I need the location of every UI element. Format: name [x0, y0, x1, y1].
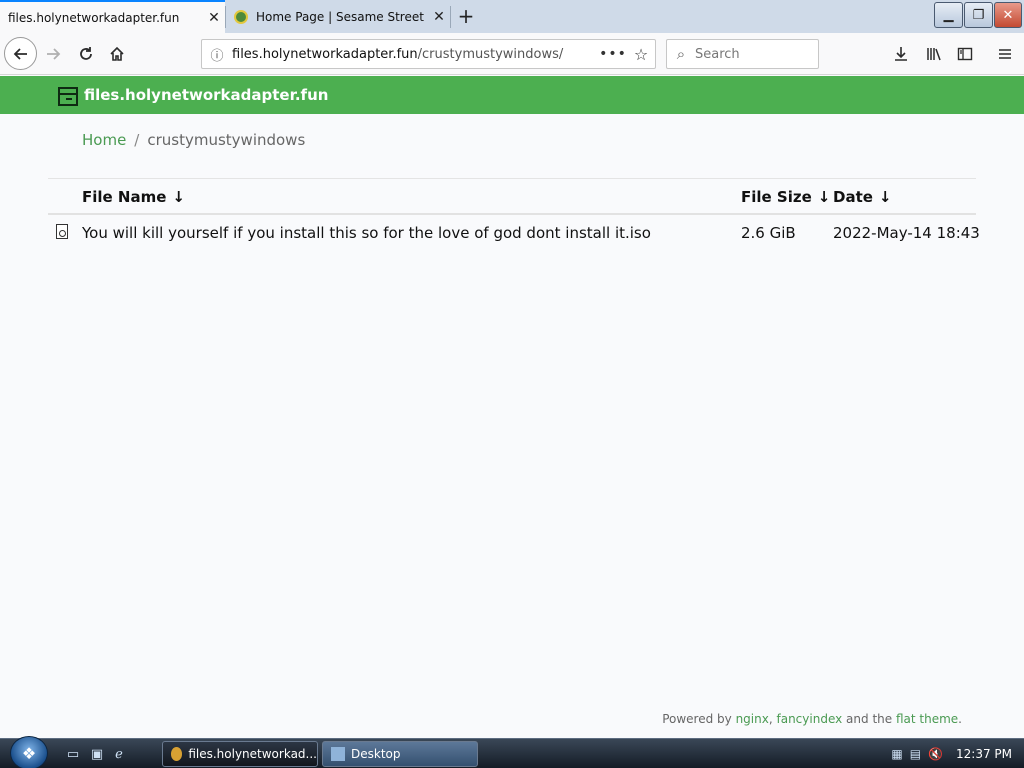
- switch-windows-icon[interactable]: ▣: [88, 745, 106, 763]
- breadcrumb: Home / crustymustywindows: [82, 131, 305, 149]
- file-date: 2022-May-14 18:43: [833, 224, 980, 242]
- table-row: You will kill yourself if you install th…: [48, 215, 980, 251]
- minimize-button[interactable]: ▁: [934, 2, 963, 28]
- reload-button[interactable]: [71, 39, 101, 69]
- close-tab-icon[interactable]: ✕: [203, 10, 225, 26]
- address-path: /crustymustywindows/: [417, 46, 564, 62]
- page-footer: Powered by nginx, fancyindex and the fla…: [662, 712, 962, 726]
- forward-arrow-icon: [47, 48, 61, 60]
- firefox-icon: [171, 747, 183, 761]
- show-desktop-icon[interactable]: ▭: [64, 745, 82, 763]
- breadcrumb-home-link[interactable]: Home: [82, 131, 126, 149]
- taskbar-firefox-window[interactable]: files.holynetworkad...: [162, 741, 318, 767]
- library-button[interactable]: [919, 39, 949, 69]
- column-header-name: File Name: [82, 188, 167, 206]
- clock[interactable]: 12:37 PM: [956, 747, 1012, 761]
- sort-arrow-icon: ↓: [172, 188, 185, 206]
- address-bar[interactable]: ⓘ files.holynetworkadapter.fun/crustymus…: [201, 39, 656, 69]
- file-name-link[interactable]: You will kill yourself if you install th…: [82, 224, 651, 242]
- tab-divider: [450, 6, 451, 28]
- tab-files[interactable]: files.holynetworkadapter.fun ✕: [0, 0, 225, 33]
- sort-by-name-link[interactable]: File Name ↓: [82, 188, 185, 206]
- home-icon: [110, 46, 124, 61]
- downloads-button[interactable]: [886, 39, 916, 69]
- volume-muted-icon[interactable]: 🔇: [928, 747, 943, 761]
- page-content: files.holynetworkadapter.fun Home / crus…: [0, 76, 1024, 738]
- breadcrumb-separator: /: [134, 131, 140, 149]
- breadcrumb-current: crustymustywindows: [147, 131, 306, 149]
- sort-by-size-link[interactable]: File Size ↓: [741, 188, 830, 206]
- start-button[interactable]: ❖: [10, 736, 48, 768]
- archive-box-icon: [58, 87, 78, 106]
- fancyindex-link[interactable]: fancyindex: [777, 712, 843, 726]
- network-status-icon[interactable]: ▦: [891, 747, 902, 761]
- library-icon: [927, 48, 941, 61]
- address-host: files.holynetworkadapter.fun: [232, 46, 418, 62]
- close-window-button[interactable]: ✕: [994, 2, 1022, 28]
- task-label: Desktop: [351, 747, 401, 761]
- tab-title: Home Page | Sesame Street | PB: [256, 9, 428, 24]
- folder-icon: [331, 747, 345, 761]
- site-info-icon[interactable]: ⓘ: [202, 45, 232, 64]
- download-icon: [895, 47, 907, 61]
- sidebar-icon: [957, 47, 973, 61]
- footer-prefix: Powered by: [662, 712, 732, 726]
- page-actions-icon[interactable]: •••: [599, 46, 627, 62]
- tab-sesame-street[interactable]: Home Page | Sesame Street | PB ✕: [226, 0, 450, 33]
- sesame-street-favicon-icon: [234, 9, 248, 24]
- address-text[interactable]: files.holynetworkadapter.fun/crustymusty…: [232, 47, 599, 62]
- search-icon: ⌕: [676, 45, 686, 63]
- close-tab-icon[interactable]: ✕: [428, 9, 450, 25]
- back-button[interactable]: [4, 37, 37, 70]
- footer-suffix: .: [958, 712, 962, 726]
- search-input[interactable]: ⌕ Search: [666, 39, 819, 69]
- site-header: files.holynetworkadapter.fun: [0, 76, 1024, 114]
- column-header-date: Date: [833, 188, 873, 206]
- restore-button[interactable]: ❐: [964, 2, 993, 28]
- sort-arrow-icon: ↓: [878, 188, 892, 206]
- bookmark-star-icon[interactable]: ☆: [627, 45, 655, 64]
- windows-logo-icon: ❖: [21, 743, 37, 763]
- file-size: 2.6 GiB: [741, 224, 796, 242]
- back-arrow-icon: [13, 47, 27, 60]
- site-title[interactable]: files.holynetworkadapter.fun: [84, 86, 328, 104]
- tab-title: files.holynetworkadapter.fun: [8, 10, 180, 25]
- sidebar-button[interactable]: [950, 39, 980, 69]
- sort-arrow-icon: ↓: [817, 188, 831, 206]
- new-tab-button[interactable]: +: [454, 4, 478, 28]
- internet-explorer-icon[interactable]: ℯ: [110, 745, 128, 763]
- table-header: File Name ↓ File Size ↓ Date ↓: [48, 179, 976, 215]
- flat-theme-link[interactable]: flat theme: [896, 712, 958, 726]
- navigation-toolbar: ⓘ files.holynetworkadapter.fun/crustymus…: [0, 33, 1024, 75]
- column-header-size: File Size: [741, 188, 812, 206]
- forward-button[interactable]: [38, 39, 68, 69]
- window-controls: ▁ ❐ ✕: [934, 2, 1022, 28]
- taskbar-desktop-window[interactable]: Desktop: [322, 741, 478, 767]
- footer-comma: ,: [768, 712, 773, 726]
- taskbar: ❖ ▭ ▣ ℯ files.holynetworkad... Desktop ▦…: [0, 736, 1024, 768]
- system-tray: ▦ ▤ 🔇 12:37 PM: [864, 739, 1024, 768]
- display-icon[interactable]: ▤: [910, 747, 921, 761]
- nginx-link[interactable]: nginx: [736, 712, 769, 726]
- home-button[interactable]: [102, 39, 132, 69]
- sort-by-date-link[interactable]: Date ↓: [833, 188, 892, 206]
- tab-strip: files.holynetworkadapter.fun ✕ Home Page…: [0, 0, 1024, 33]
- disk-image-file-icon: [56, 224, 68, 239]
- file-listing-table: File Name ↓ File Size ↓ Date ↓ You will …: [48, 178, 980, 251]
- search-placeholder: Search: [695, 46, 740, 62]
- task-label: files.holynetworkad...: [188, 747, 317, 761]
- reload-icon: [80, 47, 92, 60]
- hamburger-menu-icon: [999, 49, 1011, 59]
- footer-middle: and the: [846, 712, 893, 726]
- menu-button[interactable]: [990, 39, 1020, 69]
